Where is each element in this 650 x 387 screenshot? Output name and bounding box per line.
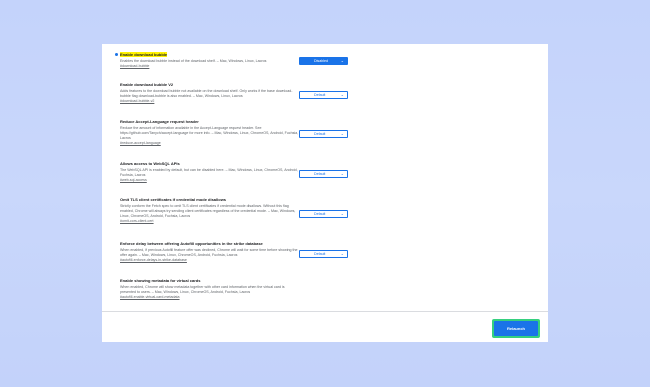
chevron-down-icon: ⌄ bbox=[340, 58, 344, 63]
flag-link[interactable]: #web-sql-access bbox=[120, 178, 300, 183]
flag-state-select[interactable]: Default ⌄ bbox=[299, 130, 348, 138]
flag-link[interactable]: #omit-cors-client-cert bbox=[120, 219, 300, 224]
flag-item: Omit TLS client certificates if credenti… bbox=[120, 197, 300, 224]
flag-item: Allows access to WebSQL APIs The WebSQL … bbox=[120, 161, 300, 183]
flag-title: Enable showing metadata for virtual card… bbox=[120, 278, 201, 283]
flag-state-select[interactable]: Disabled ⌄ bbox=[299, 57, 348, 65]
flag-title: Enable download bubble V2 bbox=[120, 82, 174, 87]
flag-link[interactable]: #reduce-accept-language bbox=[120, 141, 300, 146]
flag-title: Reduce Accept-Language request header bbox=[120, 119, 199, 124]
flag-title: Omit TLS client certificates if credenti… bbox=[120, 197, 227, 202]
flags-panel: Enable download bubble Enables the downl… bbox=[102, 44, 548, 342]
flag-title: Enable download bubble bbox=[115, 52, 300, 58]
flag-link[interactable]: #download-bubble-v2 bbox=[120, 99, 300, 104]
flag-state-select[interactable]: Default ⌄ bbox=[299, 170, 348, 178]
flag-description: Strictly conform the Fetch spec to omit … bbox=[120, 204, 296, 218]
chevron-down-icon: ⌄ bbox=[340, 92, 344, 97]
flag-description: The WebSQL API is enabled by default, bu… bbox=[120, 168, 298, 177]
flag-state-select[interactable]: Default ⌄ bbox=[299, 250, 348, 258]
flag-item: Enforce delay between offering Autofill … bbox=[120, 241, 300, 263]
flag-link[interactable]: #download-bubble bbox=[120, 64, 300, 69]
flag-description: When enabled, if previous Autofill featu… bbox=[120, 248, 298, 257]
flag-link[interactable]: #autofill-enforce-delays-in-strike-datab… bbox=[120, 258, 300, 263]
flag-item: Enable showing metadata for virtual card… bbox=[120, 278, 300, 300]
relaunch-focus-ring: Relaunch bbox=[492, 319, 540, 338]
flag-item: Enable download bubble Enables the downl… bbox=[115, 52, 300, 69]
flag-item: Reduce Accept-Language request header Re… bbox=[120, 119, 300, 146]
flag-state-select[interactable]: Default ⌄ bbox=[299, 210, 348, 218]
flag-title: Enforce delay between offering Autofill … bbox=[120, 241, 263, 246]
flag-title: Allows access to WebSQL APIs bbox=[120, 161, 180, 166]
flag-description: Adds features to the download bubble not… bbox=[120, 89, 293, 98]
chevron-down-icon: ⌄ bbox=[340, 171, 344, 176]
modified-indicator-icon bbox=[115, 53, 118, 56]
chevron-down-icon: ⌄ bbox=[340, 211, 344, 216]
flag-link[interactable]: #autofill-enable-virtual-card-metadata bbox=[120, 295, 300, 300]
flags-list[interactable]: Enable download bubble Enables the downl… bbox=[102, 44, 548, 311]
flag-description: When enabled, Chrome will show metadata … bbox=[120, 285, 285, 294]
flag-description: Reduce the amount of information availab… bbox=[120, 126, 299, 140]
chevron-down-icon: ⌄ bbox=[340, 131, 344, 136]
footer-divider bbox=[102, 311, 548, 312]
relaunch-button[interactable]: Relaunch bbox=[494, 321, 538, 336]
flag-item: Enable download bubble V2 Adds features … bbox=[120, 82, 300, 104]
chevron-down-icon: ⌄ bbox=[340, 251, 344, 256]
flag-state-select[interactable]: Default ⌄ bbox=[299, 91, 348, 99]
